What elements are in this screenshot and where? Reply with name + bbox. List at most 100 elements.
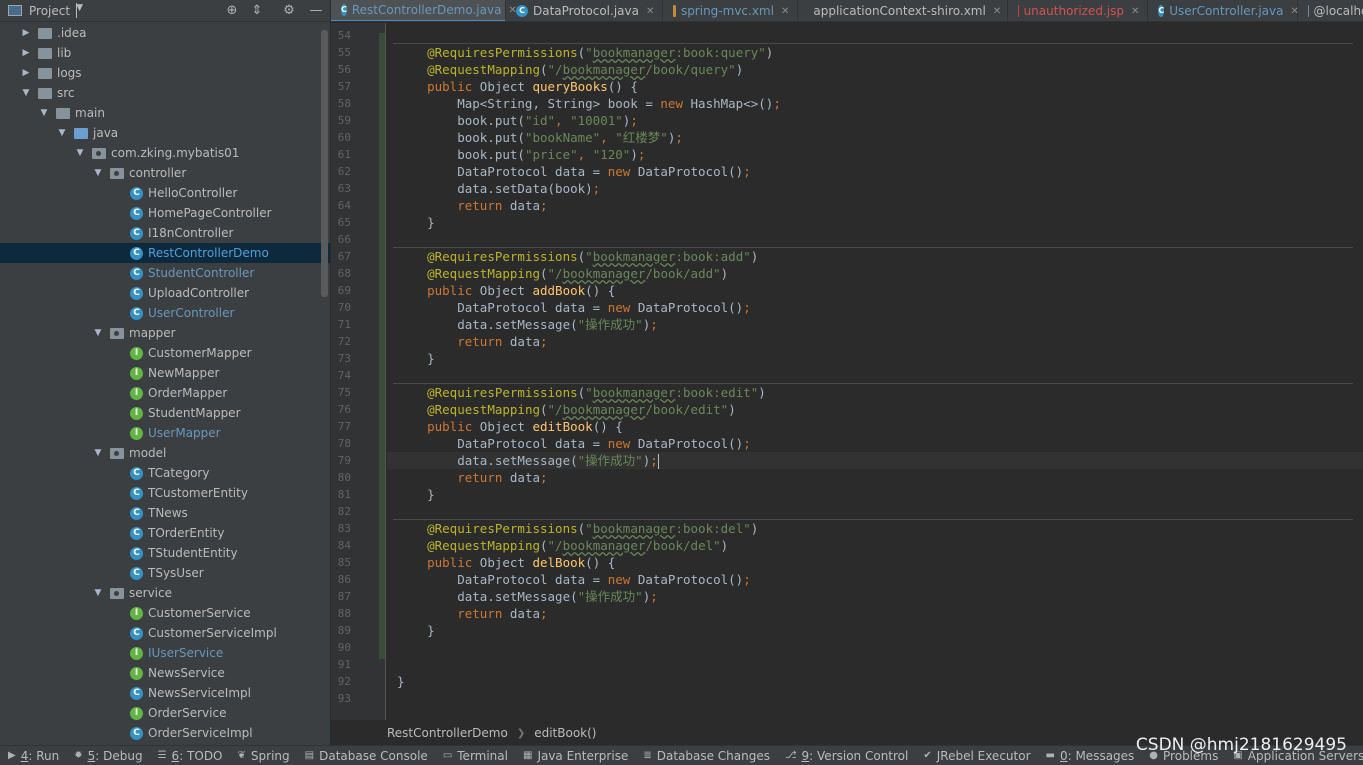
vcs-change-marker[interactable]: [379, 33, 385, 659]
chevron-right-icon[interactable]: ▶: [20, 48, 32, 58]
tree-item[interactable]: C UploadController: [0, 283, 330, 303]
tree-item[interactable]: C HelloController: [0, 183, 330, 203]
tree-item[interactable]: C OrderServiceImpl: [0, 723, 330, 743]
tree-item[interactable]: ▼ mapper: [0, 323, 330, 343]
project-view-selector[interactable]: Project: [29, 4, 70, 18]
tree-item[interactable]: I OrderMapper: [0, 383, 330, 403]
tree-item[interactable]: C TCustomerEntity: [0, 483, 330, 503]
tree-item[interactable]: C CustomerServiceImpl: [0, 623, 330, 643]
chevron-down-icon[interactable]: ▼: [74, 148, 86, 158]
tool-window-messages[interactable]: ▬ 0: Messages: [1046, 749, 1135, 763]
tree-item[interactable]: ▼ controller: [0, 163, 330, 183]
tool-window-java-enterprise[interactable]: ▦ Java Enterprise: [523, 749, 628, 763]
chevron-down-icon[interactable]: ▼: [56, 128, 68, 138]
code-line[interactable]: }: [397, 622, 435, 639]
code-area[interactable]: @RequiresPermissions("bookmanager:book:q…: [387, 23, 1363, 720]
code-line[interactable]: data.setMessage("操作成功");: [397, 452, 659, 469]
code-line[interactable]: book.put("bookName", "红楼梦");: [397, 129, 683, 146]
code-line[interactable]: @RequestMapping("/bookmanager/book/add"): [397, 265, 728, 282]
code-line[interactable]: data.setMessage("操作成功");: [397, 316, 658, 333]
tree-item[interactable]: I CustomerService: [0, 603, 330, 623]
close-icon[interactable]: ✕: [1131, 6, 1139, 17]
editor-tab[interactable]: @localhost: [1298, 0, 1363, 21]
tool-window-database-changes[interactable]: ≣ Database Changes: [643, 749, 770, 763]
tree-item[interactable]: C TSysUser: [0, 563, 330, 583]
tree-item[interactable]: ▼ main: [0, 103, 330, 123]
editor-tab[interactable]: C UserController.java ✕: [1148, 0, 1299, 21]
breadcrumb-class[interactable]: RestControllerDemo: [387, 726, 508, 740]
editor-tab[interactable]: applicationContext-shiro.xml ✕: [798, 0, 1009, 21]
chevron-down-icon[interactable]: ▼: [20, 88, 32, 98]
tree-item[interactable]: ▼ java: [0, 123, 330, 143]
code-line[interactable]: public Object delBook() {: [397, 554, 615, 571]
chevron-right-icon[interactable]: ▶: [20, 28, 32, 38]
close-icon[interactable]: ✕: [646, 6, 654, 17]
chevron-down-icon[interactable]: ▼: [92, 588, 104, 598]
tree-item[interactable]: C NewsServiceImpl: [0, 683, 330, 703]
code-line[interactable]: return data;: [397, 333, 547, 350]
tool-window-database-console[interactable]: ▤ Database Console: [305, 749, 428, 763]
code-line[interactable]: book.put("id", "10001");: [397, 112, 638, 129]
close-icon[interactable]: ✕: [781, 6, 789, 17]
tree-item[interactable]: C TStudentEntity: [0, 543, 330, 563]
tree-item[interactable]: ▶ .idea: [0, 23, 330, 43]
code-line[interactable]: }: [397, 214, 435, 231]
gear-icon[interactable]: ⚙: [281, 3, 297, 19]
code-line[interactable]: @RequiresPermissions("bookmanager:book:e…: [397, 384, 766, 401]
tool-window-spring[interactable]: ❦ Spring: [238, 749, 290, 763]
tree-item[interactable]: ▼ service: [0, 583, 330, 603]
tree-item[interactable]: ▶ lib: [0, 43, 330, 63]
code-line[interactable]: @RequestMapping("/bookmanager/book/edit"…: [397, 401, 736, 418]
code-line[interactable]: book.put("price", "120");: [397, 146, 645, 163]
tree-item[interactable]: C RestControllerDemo: [0, 243, 330, 263]
code-line[interactable]: @RequiresPermissions("bookmanager:book:d…: [397, 520, 758, 537]
tree-item[interactable]: C UserController: [0, 303, 330, 323]
tree-item[interactable]: I NewsService: [0, 663, 330, 683]
code-line[interactable]: return data;: [397, 197, 547, 214]
code-line[interactable]: @RequiresPermissions("bookmanager:book:a…: [397, 248, 758, 265]
tree-item[interactable]: I IUserService: [0, 643, 330, 663]
code-line[interactable]: DataProtocol data = new DataProtocol();: [397, 299, 751, 316]
editor-tab[interactable]: C DataProtocol.java ✕: [506, 0, 664, 21]
code-line[interactable]: DataProtocol data = new DataProtocol();: [397, 571, 751, 588]
breadcrumb-method[interactable]: editBook(): [534, 726, 596, 740]
tree-item[interactable]: C TNews: [0, 503, 330, 523]
chevron-down-icon[interactable]: ▼: [92, 448, 104, 458]
tool-window-terminal[interactable]: ▭ Terminal: [443, 749, 508, 763]
code-line[interactable]: @RequestMapping("/bookmanager/book/query…: [397, 61, 743, 78]
tree-item[interactable]: I UserMapper: [0, 423, 330, 443]
hide-panel-icon[interactable]: —: [308, 3, 324, 19]
code-line[interactable]: DataProtocol data = new DataProtocol();: [397, 435, 751, 452]
code-line[interactable]: }: [397, 350, 435, 367]
tool-window-run[interactable]: ▶ 4: Run: [8, 749, 59, 763]
line-number-gutter[interactable]: 54 55 56 57 58 59 60 61 62 63 64 65 66 67 68 69 70 71 72 73…: [331, 23, 386, 720]
code-line[interactable]: return data;: [397, 605, 547, 622]
code-line[interactable]: data.setData(book);: [397, 180, 600, 197]
close-icon[interactable]: ✕: [993, 6, 1001, 17]
chevron-down-icon[interactable]: ▼: [76, 3, 83, 18]
code-line[interactable]: }: [397, 486, 435, 503]
code-line[interactable]: Map<String, String> book = new HashMap<>…: [397, 95, 781, 112]
chevron-down-icon[interactable]: ▼: [38, 108, 50, 118]
locate-target-icon[interactable]: ⊕: [224, 3, 240, 19]
code-line[interactable]: DataProtocol data = new DataProtocol();: [397, 163, 751, 180]
tree-item[interactable]: I StudentMapper: [0, 403, 330, 423]
tree-item[interactable]: C TCategory: [0, 463, 330, 483]
tool-window-version-control[interactable]: ⎇ 9: Version Control: [785, 749, 908, 763]
tree-item[interactable]: I NewMapper: [0, 363, 330, 383]
chevron-right-icon[interactable]: ▶: [20, 68, 32, 78]
code-line[interactable]: public Object queryBooks() {: [397, 78, 638, 95]
tree-item[interactable]: ▼ com.zking.mybatis01: [0, 143, 330, 163]
code-line[interactable]: @RequiresPermissions("bookmanager:book:q…: [397, 44, 773, 61]
tree-item[interactable]: ▼ model: [0, 443, 330, 463]
tree-item[interactable]: I CustomerMapper: [0, 343, 330, 363]
code-line[interactable]: public Object addBook() {: [397, 282, 615, 299]
editor-tab[interactable]: unauthorized.jsp ✕: [1008, 0, 1149, 21]
code-line[interactable]: return data;: [397, 469, 547, 486]
code-line[interactable]: data.setMessage("操作成功");: [397, 588, 658, 605]
tree-item[interactable]: C TOrderEntity: [0, 523, 330, 543]
code-editor[interactable]: 54 55 56 57 58 59 60 61 62 63 64 65 66 67 68 69 70 71 72 73…: [331, 23, 1363, 720]
tree-item[interactable]: C HomePageController: [0, 203, 330, 223]
tree-item[interactable]: ▶ logs: [0, 63, 330, 83]
tool-window-jrebel[interactable]: ✔ JRebel Executor: [923, 749, 1030, 763]
